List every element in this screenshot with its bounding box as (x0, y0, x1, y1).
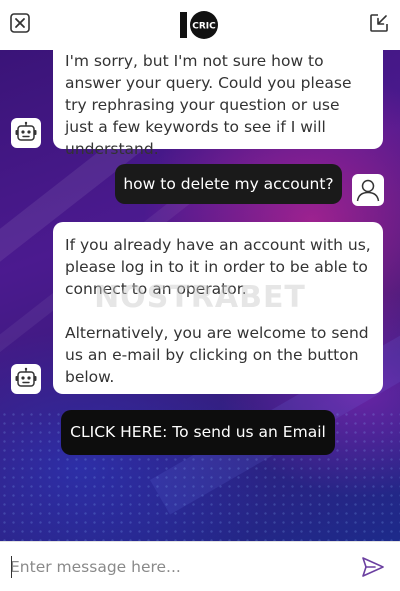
user-icon (356, 179, 380, 202)
popout-icon (370, 14, 388, 32)
popout-button[interactable] (368, 12, 390, 34)
chat-header: CRIC (0, 0, 400, 50)
bot-message: If you already have an account with us, … (53, 222, 383, 394)
bot-message-paragraph: Alternatively, you are welcome to send u… (65, 324, 369, 386)
user-message-text: how to delete my account? (123, 175, 334, 193)
close-icon (10, 13, 30, 33)
robot-icon (15, 367, 37, 387)
user-message: how to delete my account? (115, 164, 342, 204)
user-avatar (352, 174, 384, 206)
message-input[interactable] (10, 554, 340, 580)
close-button[interactable] (9, 12, 31, 34)
send-button[interactable] (360, 554, 386, 580)
bot-message-paragraph: If you already have an account with us, … (65, 236, 371, 298)
bot-message-text: I'm sorry, but I'm not sure how to answe… (65, 52, 352, 158)
bot-avatar (11, 118, 41, 148)
bot-message: I'm sorry, but I'm not sure how to answe… (53, 50, 383, 158)
send-icon (362, 557, 384, 577)
text-cursor (11, 556, 12, 578)
brand-logo: CRIC (178, 9, 222, 41)
message-composer (0, 541, 400, 591)
svg-text:CRIC: CRIC (192, 22, 216, 32)
chat-transcript[interactable]: I'm sorry, but I'm not sure how to answe… (0, 50, 400, 541)
robot-icon (15, 121, 37, 141)
bot-avatar (11, 364, 41, 394)
send-email-button[interactable]: CLICK HERE: To send us an Email (61, 410, 335, 455)
